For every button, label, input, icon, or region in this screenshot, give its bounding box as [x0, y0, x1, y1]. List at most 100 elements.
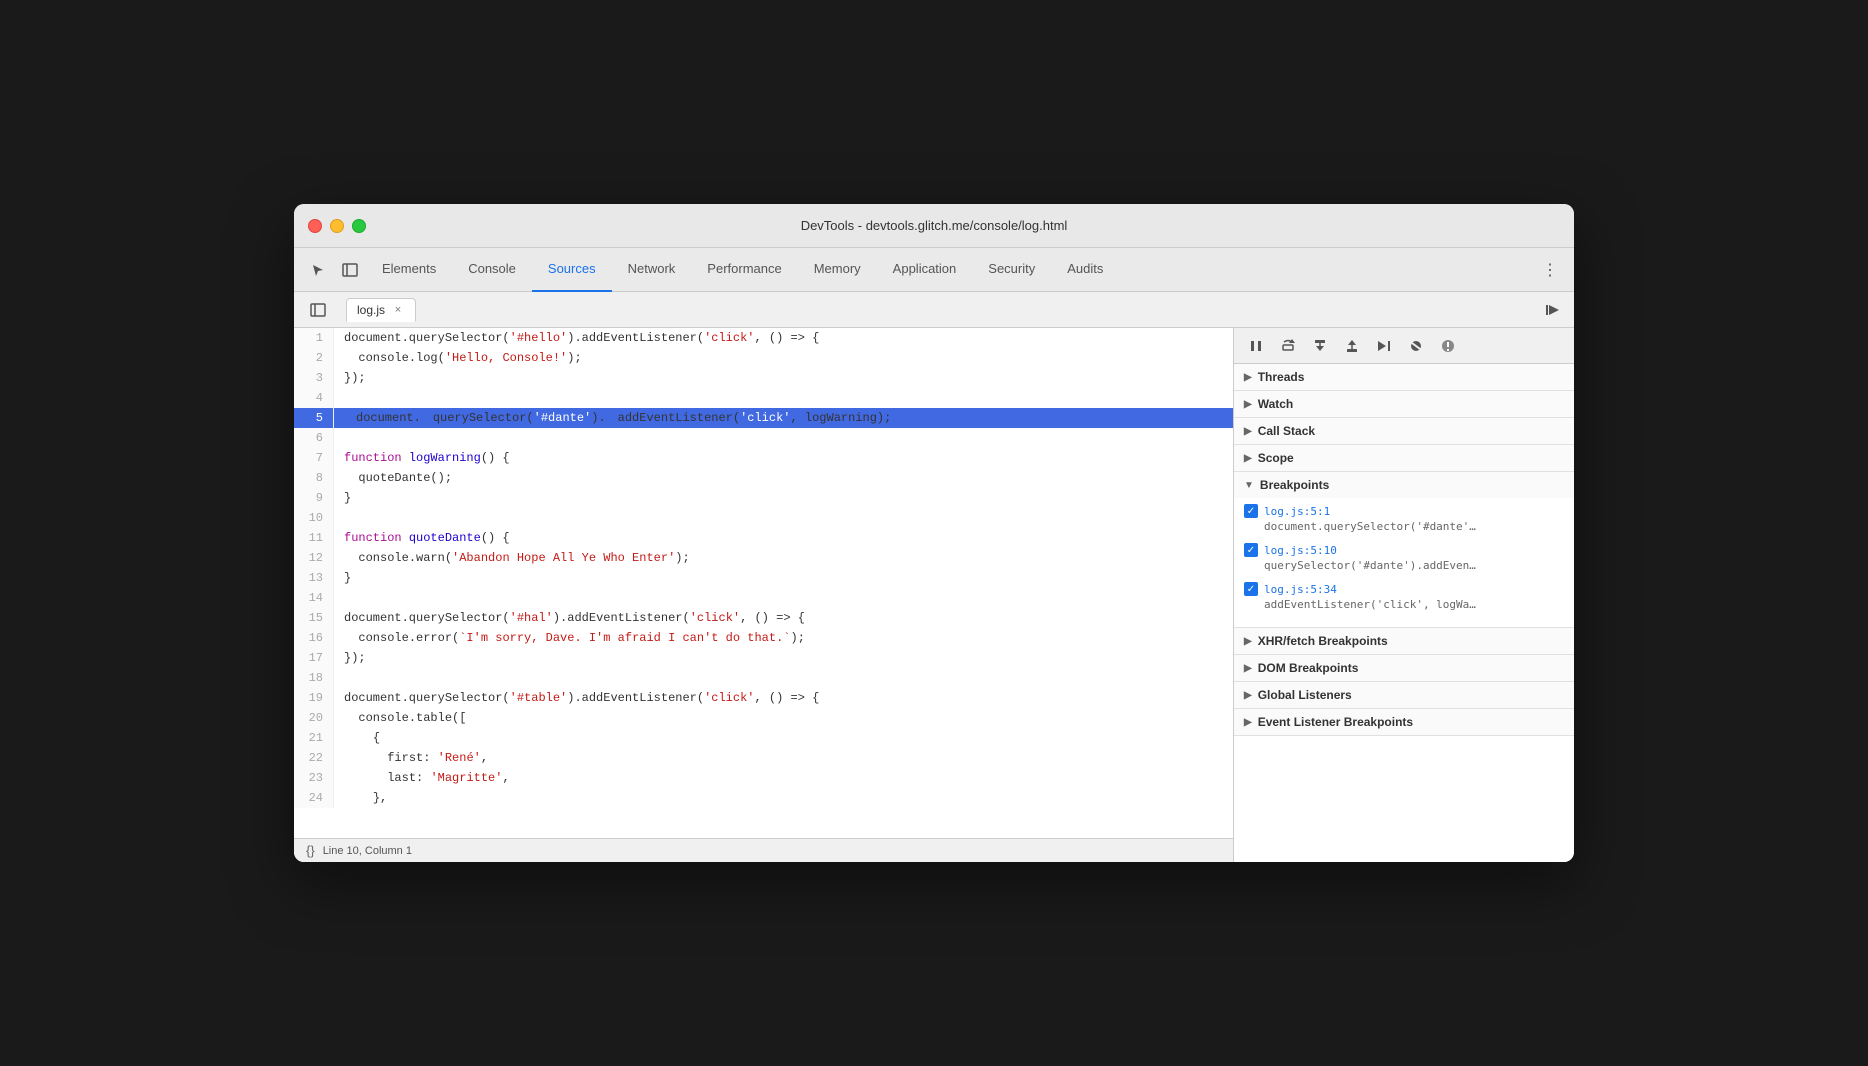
code-panel: 1 document.querySelector('#hello').addEv… — [294, 328, 1234, 862]
breakpoint-checkbox-1[interactable]: ✓ — [1244, 504, 1258, 518]
breakpoint-file-3: log.js:5:34 — [1264, 583, 1337, 596]
section-threads: ▶ Threads — [1234, 364, 1574, 391]
sources-toolbar: log.js × — [294, 292, 1574, 328]
breakpoint-item-1: ✓ log.js:5:1 document.querySelector('#da… — [1244, 504, 1564, 533]
arrow-icon: ▶ — [1244, 426, 1252, 437]
code-line-16: 16 console.error(`I'm sorry, Dave. I'm a… — [294, 628, 1233, 648]
section-global-header[interactable]: ▶ Global Listeners — [1234, 682, 1574, 708]
breakpoint-code-1: document.querySelector('#dante'… — [1244, 520, 1564, 533]
code-line-7: 7 function logWarning() { — [294, 448, 1233, 468]
code-line-3: 3 }); — [294, 368, 1233, 388]
tab-network[interactable]: Network — [612, 248, 692, 292]
show-navigator-icon[interactable] — [302, 294, 334, 326]
section-callstack-header[interactable]: ▶ Call Stack — [1234, 418, 1574, 444]
file-tab-logjs[interactable]: log.js × — [346, 298, 416, 322]
cursor-icon[interactable] — [302, 254, 334, 286]
window-title: DevTools - devtools.glitch.me/console/lo… — [801, 218, 1068, 233]
file-tab-name: log.js — [357, 303, 385, 317]
breakpoint-checkbox-3[interactable]: ✓ — [1244, 582, 1258, 596]
section-event-listener-label: Event Listener Breakpoints — [1258, 715, 1413, 729]
section-breakpoints-header[interactable]: ▼ Breakpoints — [1234, 472, 1574, 498]
code-line-24: 24 }, — [294, 788, 1233, 808]
code-line-8: 8 quoteDante(); — [294, 468, 1233, 488]
code-line-6: 6 — [294, 428, 1233, 448]
breakpoint-code-2: querySelector('#dante').addEven… — [1244, 559, 1564, 572]
file-tab-close[interactable]: × — [391, 303, 405, 317]
devtools-window: DevTools - devtools.glitch.me/console/lo… — [294, 204, 1574, 862]
breakpoint-item-3: ✓ log.js:5:34 addEventListener('click', … — [1244, 582, 1564, 611]
tab-security[interactable]: Security — [972, 248, 1051, 292]
arrow-icon: ▶ — [1244, 636, 1252, 647]
code-line-5: 5 document.querySelector('#dante').addEv… — [294, 408, 1233, 428]
tab-application[interactable]: Application — [877, 248, 973, 292]
minimize-button[interactable] — [330, 219, 344, 233]
deactivate-breakpoints-button[interactable] — [1402, 332, 1430, 360]
format-icon[interactable]: {} — [306, 843, 315, 858]
tab-memory[interactable]: Memory — [798, 248, 877, 292]
code-line-10: 10 — [294, 508, 1233, 528]
maximize-button[interactable] — [352, 219, 366, 233]
section-xhr-header[interactable]: ▶ XHR/fetch Breakpoints — [1234, 628, 1574, 654]
arrow-icon: ▶ — [1244, 690, 1252, 701]
more-tabs-button[interactable]: ⋮ — [1534, 254, 1566, 286]
section-watch-label: Watch — [1258, 397, 1294, 411]
code-line-12: 12 console.warn('Abandon Hope All Ye Who… — [294, 548, 1233, 568]
traffic-lights — [308, 219, 366, 233]
section-event-listener: ▶ Event Listener Breakpoints — [1234, 709, 1574, 736]
tab-console[interactable]: Console — [452, 248, 532, 292]
code-line-21: 21 { — [294, 728, 1233, 748]
section-scope-header[interactable]: ▶ Scope — [1234, 445, 1574, 471]
code-line-23: 23 last: 'Magritte', — [294, 768, 1233, 788]
code-line-18: 18 — [294, 668, 1233, 688]
code-line-9: 9 } — [294, 488, 1233, 508]
breakpoint-code-3: addEventListener('click', logWa… — [1244, 598, 1564, 611]
arrow-icon: ▶ — [1244, 663, 1252, 674]
code-line-22: 22 first: 'René', — [294, 748, 1233, 768]
panel-icon[interactable] — [334, 254, 366, 286]
step-button[interactable] — [1370, 332, 1398, 360]
arrow-icon: ▶ — [1244, 453, 1252, 464]
arrow-icon: ▶ — [1244, 372, 1252, 383]
arrow-icon: ▶ — [1244, 717, 1252, 728]
step-over-button[interactable] — [1274, 332, 1302, 360]
code-editor[interactable]: 1 document.querySelector('#hello').addEv… — [294, 328, 1233, 838]
tab-audits[interactable]: Audits — [1051, 248, 1119, 292]
code-line-2: 2 console.log('Hello, Console!'); — [294, 348, 1233, 368]
code-line-20: 20 console.table([ — [294, 708, 1233, 728]
code-line-1: 1 document.querySelector('#hello').addEv… — [294, 328, 1233, 348]
section-watch-header[interactable]: ▶ Watch — [1234, 391, 1574, 417]
pause-on-exceptions-button[interactable] — [1434, 332, 1462, 360]
section-global: ▶ Global Listeners — [1234, 682, 1574, 709]
breakpoint-file-2: log.js:5:10 — [1264, 544, 1337, 557]
step-out-button[interactable] — [1338, 332, 1366, 360]
section-event-listener-header[interactable]: ▶ Event Listener Breakpoints — [1234, 709, 1574, 735]
section-scope: ▶ Scope — [1234, 445, 1574, 472]
section-dom-header[interactable]: ▶ DOM Breakpoints — [1234, 655, 1574, 681]
section-xhr-label: XHR/fetch Breakpoints — [1258, 634, 1388, 648]
stream-icon[interactable] — [1540, 297, 1566, 323]
breakpoint-file-1: log.js:5:1 — [1264, 505, 1330, 518]
section-dom-label: DOM Breakpoints — [1258, 661, 1359, 675]
tab-performance[interactable]: Performance — [691, 248, 797, 292]
section-threads-header[interactable]: ▶ Threads — [1234, 364, 1574, 390]
breakpoint-checkbox-2[interactable]: ✓ — [1244, 543, 1258, 557]
code-line-19: 19 document.querySelector('#table').addE… — [294, 688, 1233, 708]
tab-sources[interactable]: Sources — [532, 248, 612, 292]
code-line-13: 13 } — [294, 568, 1233, 588]
pause-button[interactable] — [1242, 332, 1270, 360]
section-watch: ▶ Watch — [1234, 391, 1574, 418]
section-threads-label: Threads — [1258, 370, 1305, 384]
section-breakpoints-label: Breakpoints — [1260, 478, 1329, 492]
code-line-4: 4 — [294, 388, 1233, 408]
close-button[interactable] — [308, 219, 322, 233]
breakpoints-list: ✓ log.js:5:1 document.querySelector('#da… — [1234, 498, 1574, 627]
section-xhr: ▶ XHR/fetch Breakpoints — [1234, 628, 1574, 655]
tab-elements[interactable]: Elements — [366, 248, 452, 292]
code-line-14: 14 — [294, 588, 1233, 608]
title-bar: DevTools - devtools.glitch.me/console/lo… — [294, 204, 1574, 248]
section-callstack-label: Call Stack — [1258, 424, 1315, 438]
step-into-button[interactable] — [1306, 332, 1334, 360]
arrow-expanded-icon: ▼ — [1244, 480, 1254, 491]
status-bar: {} Line 10, Column 1 — [294, 838, 1233, 862]
right-sections: ▶ Threads ▶ Watch ▶ Call Stack — [1234, 364, 1574, 862]
